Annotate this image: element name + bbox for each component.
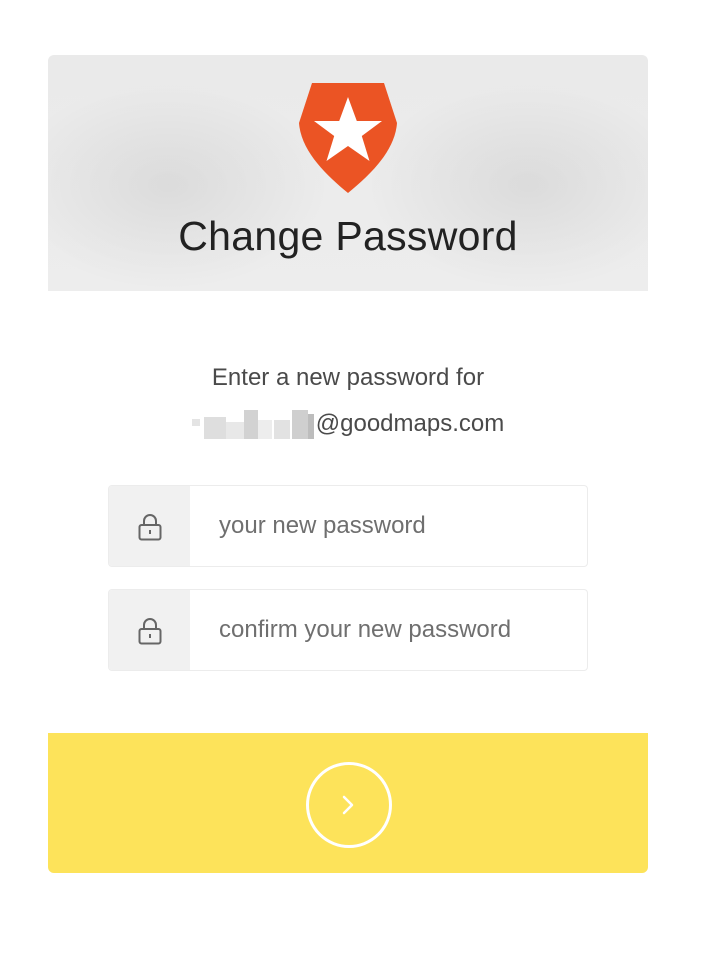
confirm-password-icon-box xyxy=(109,590,190,670)
change-password-card: Change Password Enter a new password for… xyxy=(48,55,648,873)
instruction-line: Enter a new password for xyxy=(211,364,485,391)
instruction-text: Enter a new password for @goodmaps.com xyxy=(48,355,648,447)
submit-button[interactable] xyxy=(48,733,648,873)
confirm-password-field xyxy=(108,589,588,671)
email-line: @goodmaps.com xyxy=(48,401,648,447)
new-password-input[interactable] xyxy=(191,486,587,566)
confirm-password-input[interactable] xyxy=(191,590,587,670)
new-password-field xyxy=(108,485,588,567)
header: Change Password xyxy=(48,55,648,291)
submit-circle xyxy=(306,762,392,848)
lock-icon xyxy=(138,618,162,645)
email-domain: @goodmaps.com xyxy=(315,410,505,437)
page-title: Change Password xyxy=(178,213,518,259)
chevron-right-icon xyxy=(342,795,354,815)
auth0-logo-icon xyxy=(299,83,397,193)
redacted-email-local-part xyxy=(191,408,314,440)
new-password-icon-box xyxy=(109,486,190,566)
lock-icon xyxy=(138,514,162,541)
